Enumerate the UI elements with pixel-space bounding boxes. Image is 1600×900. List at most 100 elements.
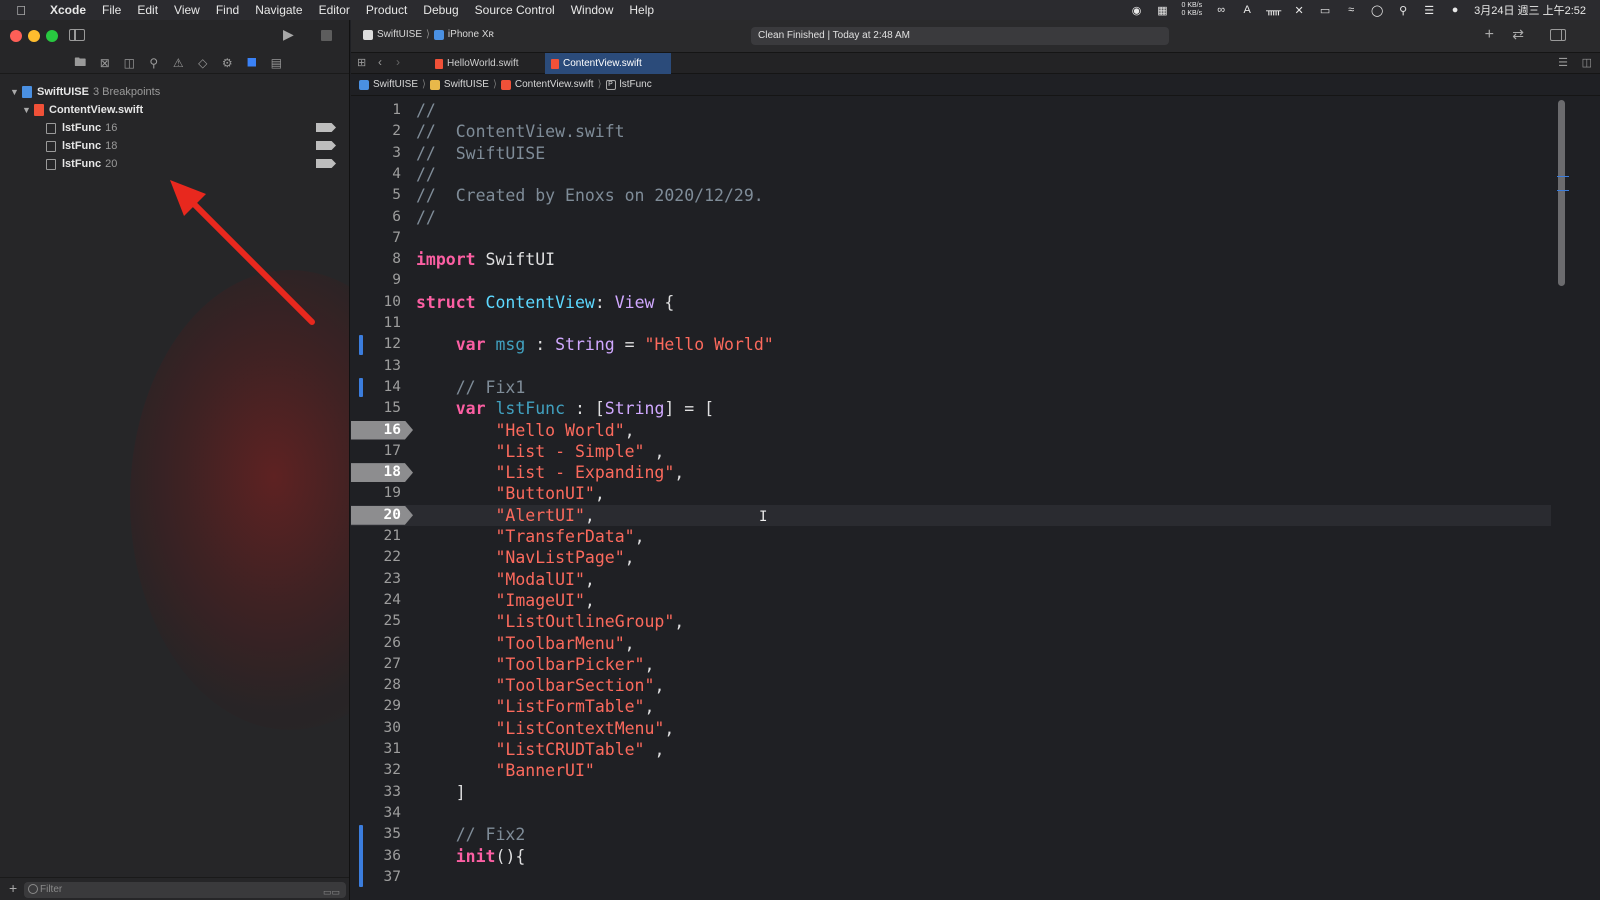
library-button[interactable]: + bbox=[1485, 26, 1494, 44]
menu-source-control[interactable]: Source Control bbox=[467, 3, 563, 17]
split-editor-icon[interactable]: ◫ bbox=[1582, 56, 1592, 69]
scrollbar[interactable] bbox=[1558, 100, 1565, 286]
menu-window[interactable]: Window bbox=[563, 3, 622, 17]
code-line[interactable]: 21 "TransferData", bbox=[351, 526, 1551, 547]
line-number[interactable]: 6 bbox=[351, 207, 401, 228]
apple-menu-icon[interactable]:  bbox=[0, 3, 42, 18]
editor-options-icon[interactable]: ☰ bbox=[1558, 56, 1568, 69]
input-method-icon[interactable]: A bbox=[1240, 4, 1254, 16]
line-number[interactable]: 13 bbox=[351, 356, 401, 377]
code-line[interactable]: 22 "NavListPage", bbox=[351, 547, 1551, 568]
breadcrumb-symbol[interactable]: PlstFunc bbox=[605, 79, 652, 90]
menu-file[interactable]: File bbox=[94, 3, 129, 17]
code-line[interactable]: 24 "ImageUI", bbox=[351, 590, 1551, 611]
source-editor[interactable]: 1 // 2 // ContentView.swift 3 // SwiftUISE 4 //… bbox=[351, 97, 1600, 900]
code-line[interactable]: 32 "BannerUI" bbox=[351, 760, 1551, 781]
mute-icon[interactable]: ✕ bbox=[1292, 4, 1306, 17]
code-line[interactable]: 36 init(){ bbox=[351, 846, 1551, 867]
change-bar[interactable] bbox=[359, 377, 363, 398]
code-line[interactable]: 33 ] bbox=[351, 782, 1551, 803]
code-line[interactable]: 37 bbox=[351, 867, 1551, 888]
line-number[interactable]: 20 bbox=[351, 505, 401, 526]
line-number[interactable]: 29 bbox=[351, 696, 401, 717]
filter-options-icon[interactable]: ▭▭ bbox=[323, 884, 340, 900]
menu-editor[interactable]: Editor bbox=[311, 3, 358, 17]
change-bar[interactable] bbox=[359, 335, 363, 355]
filter-input[interactable]: Filter ▭▭ bbox=[24, 882, 346, 898]
line-number[interactable]: 23 bbox=[351, 569, 401, 590]
siri-icon[interactable]: ● bbox=[1448, 4, 1462, 16]
line-number[interactable]: 7 bbox=[351, 228, 401, 249]
line-number[interactable]: 28 bbox=[351, 675, 401, 696]
code-line[interactable]: 18 "List - Expanding", bbox=[351, 462, 1551, 483]
code-line[interactable]: 9 bbox=[351, 270, 1551, 291]
change-bar[interactable] bbox=[359, 825, 363, 888]
line-number[interactable]: 34 bbox=[351, 803, 401, 824]
line-number[interactable]: 9 bbox=[351, 270, 401, 291]
menu-navigate[interactable]: Navigate bbox=[247, 3, 310, 17]
code-review-button[interactable]: ⇄ bbox=[1512, 26, 1524, 43]
tab-contentview[interactable]: ContentView.swift bbox=[545, 53, 671, 74]
code-line[interactable]: 34 bbox=[351, 803, 1551, 824]
menu-find[interactable]: Find bbox=[208, 3, 247, 17]
menu-help[interactable]: Help bbox=[621, 3, 662, 17]
code-line[interactable]: 8 import SwiftUI bbox=[351, 249, 1551, 270]
user-icon[interactable]: ◯ bbox=[1370, 4, 1384, 17]
code-line[interactable]: 19 "ButtonUI", bbox=[351, 483, 1551, 504]
breadcrumb-project[interactable]: SwiftUISE bbox=[359, 79, 418, 90]
forward-button[interactable]: › bbox=[396, 55, 400, 69]
code-line[interactable]: 27 "ToolbarPicker", bbox=[351, 654, 1551, 675]
code-line[interactable]: 31 "ListCRUDTable" , bbox=[351, 739, 1551, 760]
code-line[interactable]: 26 "ToolbarMenu", bbox=[351, 633, 1551, 654]
network-speed[interactable]: 0 KB/s 0 KB/s bbox=[1182, 2, 1203, 18]
line-number[interactable]: 26 bbox=[351, 633, 401, 654]
line-number[interactable]: 30 bbox=[351, 718, 401, 739]
line-number[interactable]: 11 bbox=[351, 313, 401, 334]
wifi-icon[interactable]: ≈ bbox=[1344, 4, 1358, 16]
code-line[interactable]: 25 "ListOutlineGroup", bbox=[351, 611, 1551, 632]
breadcrumb-file[interactable]: ContentView.swift bbox=[500, 79, 594, 90]
code-line[interactable]: 23 "ModalUI", bbox=[351, 569, 1551, 590]
code-line[interactable]: 12 var msg : String = "Hello World" bbox=[351, 334, 1551, 355]
scheme-selector[interactable]: SwiftUISE ⟩ iPhone Xʀ bbox=[363, 29, 494, 40]
line-number[interactable]: 33 bbox=[351, 782, 401, 803]
breadcrumb-folder[interactable]: SwiftUISE bbox=[429, 79, 489, 90]
code-line[interactable]: 14 // Fix1 bbox=[351, 377, 1551, 398]
line-number[interactable]: 18 bbox=[351, 462, 401, 483]
clock[interactable]: 3月24日 週三 上午2:52 bbox=[1474, 2, 1586, 18]
back-button[interactable]: ‹ bbox=[378, 55, 382, 69]
code-line[interactable]: 2 // ContentView.swift bbox=[351, 121, 1551, 142]
line-number[interactable]: 19 bbox=[351, 483, 401, 504]
cpu-monitor-icon[interactable]: ▦ bbox=[1156, 4, 1170, 17]
add-breakpoint-button[interactable]: + bbox=[9, 880, 17, 896]
code-line[interactable]: 17 "List - Simple" , bbox=[351, 441, 1551, 462]
tab-helloworld[interactable]: HelloWorld.swift bbox=[429, 53, 543, 74]
line-number[interactable]: 8 bbox=[351, 249, 401, 270]
menu-debug[interactable]: Debug bbox=[415, 3, 466, 17]
line-number[interactable]: 15 bbox=[351, 398, 401, 419]
line-number[interactable]: 24 bbox=[351, 590, 401, 611]
code-line[interactable]: 3 // SwiftUISE bbox=[351, 143, 1551, 164]
line-number[interactable]: 16 bbox=[351, 420, 401, 441]
inspector-toggle-icon[interactable] bbox=[1550, 29, 1566, 41]
code-line[interactable]: 10 struct ContentView: View { bbox=[351, 292, 1551, 313]
line-number[interactable]: 4 bbox=[351, 164, 401, 185]
line-number[interactable]: 5 bbox=[351, 185, 401, 206]
code-line[interactable]: 6 // bbox=[351, 207, 1551, 228]
control-center-icon[interactable]: ☰ bbox=[1422, 4, 1436, 17]
menu-edit[interactable]: Edit bbox=[129, 3, 166, 17]
code-line[interactable]: 16 "Hello World", bbox=[351, 420, 1551, 441]
menu-product[interactable]: Product bbox=[358, 3, 415, 17]
code-line[interactable]: 29 "ListFormTable", bbox=[351, 696, 1551, 717]
code-line[interactable]: 15 var lstFunc : [String] = [ bbox=[351, 398, 1551, 419]
code-line[interactable]: 20 "AlertUI", bbox=[351, 504, 1551, 526]
bluetooth-icon[interactable]: ᚅ bbox=[1266, 4, 1281, 17]
code-line[interactable]: 5 // Created by Enoxs on 2020/12/29. bbox=[351, 185, 1551, 206]
line-number[interactable]: 2 bbox=[351, 121, 401, 142]
line-number[interactable]: 1 bbox=[351, 100, 401, 121]
related-items-icon[interactable]: ⊞ bbox=[357, 56, 366, 69]
line-number[interactable]: 25 bbox=[351, 611, 401, 632]
line-number[interactable]: 22 bbox=[351, 547, 401, 568]
line-number[interactable]: 27 bbox=[351, 654, 401, 675]
line-number[interactable]: 3 bbox=[351, 143, 401, 164]
